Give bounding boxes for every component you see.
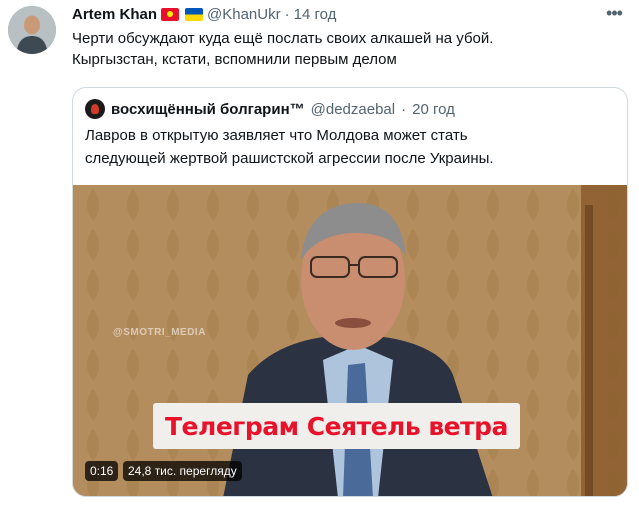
quoted-tweet-text: Лавров в открытую заявляет что Молдова м… <box>85 124 615 170</box>
ukraine-flag-icon <box>185 7 204 21</box>
tweet-header: Artem Khan @KhanUkr · 14 год <box>72 4 336 24</box>
quoted-text-line: следующей жертвой рашистской агрессии по… <box>85 150 494 167</box>
tweet-timestamp[interactable]: 14 год <box>294 6 337 23</box>
more-options-button[interactable]: ••• <box>602 2 626 23</box>
video-player[interactable]: @SMOTRI_MEDIA Телеграм Сеятель ветра 0:1… <box>73 185 627 496</box>
quoted-tweet-timestamp: 20 год <box>412 100 455 118</box>
quoted-tweet-card[interactable]: восхищённый болгарин™ @dedzaebal · 20 го… <box>72 87 628 497</box>
tweet-text: Черти обсуждают куда ещё послать своих а… <box>72 28 622 70</box>
kyrgyzstan-flag-icon <box>161 7 180 21</box>
author-name[interactable]: Artem Khan <box>72 6 157 23</box>
separator-dot: · <box>401 100 407 118</box>
quoted-author-avatar <box>85 99 105 119</box>
quoted-author-name: восхищённый болгарин™ <box>111 100 305 118</box>
tweet-text-line: Кыргызстан, кстати, вспомнили первым дел… <box>72 51 397 68</box>
quoted-tweet-header: восхищённый болгарин™ @dedzaebal · 20 го… <box>85 98 455 120</box>
tweet-text-line: Черти обсуждают куда ещё послать своих а… <box>72 30 494 47</box>
separator-dot: · <box>284 5 290 23</box>
video-watermark: @SMOTRI_MEDIA <box>113 327 206 338</box>
quoted-author-handle: @dedzaebal <box>310 100 396 118</box>
author-avatar[interactable] <box>8 6 56 54</box>
quoted-text-line: Лавров в открытую заявляет что Молдова м… <box>85 127 468 144</box>
video-caption-banner: Телеграм Сеятель ветра <box>153 403 520 449</box>
avatar-photo-icon <box>8 6 56 54</box>
video-duration-badge: 0:16 <box>85 461 119 481</box>
author-handle[interactable]: @KhanUkr <box>207 6 281 23</box>
video-views-badge: 24,8 тис. перегляду <box>123 461 242 481</box>
video-frame-image <box>73 185 627 496</box>
ellipsis-icon: ••• <box>606 2 623 23</box>
